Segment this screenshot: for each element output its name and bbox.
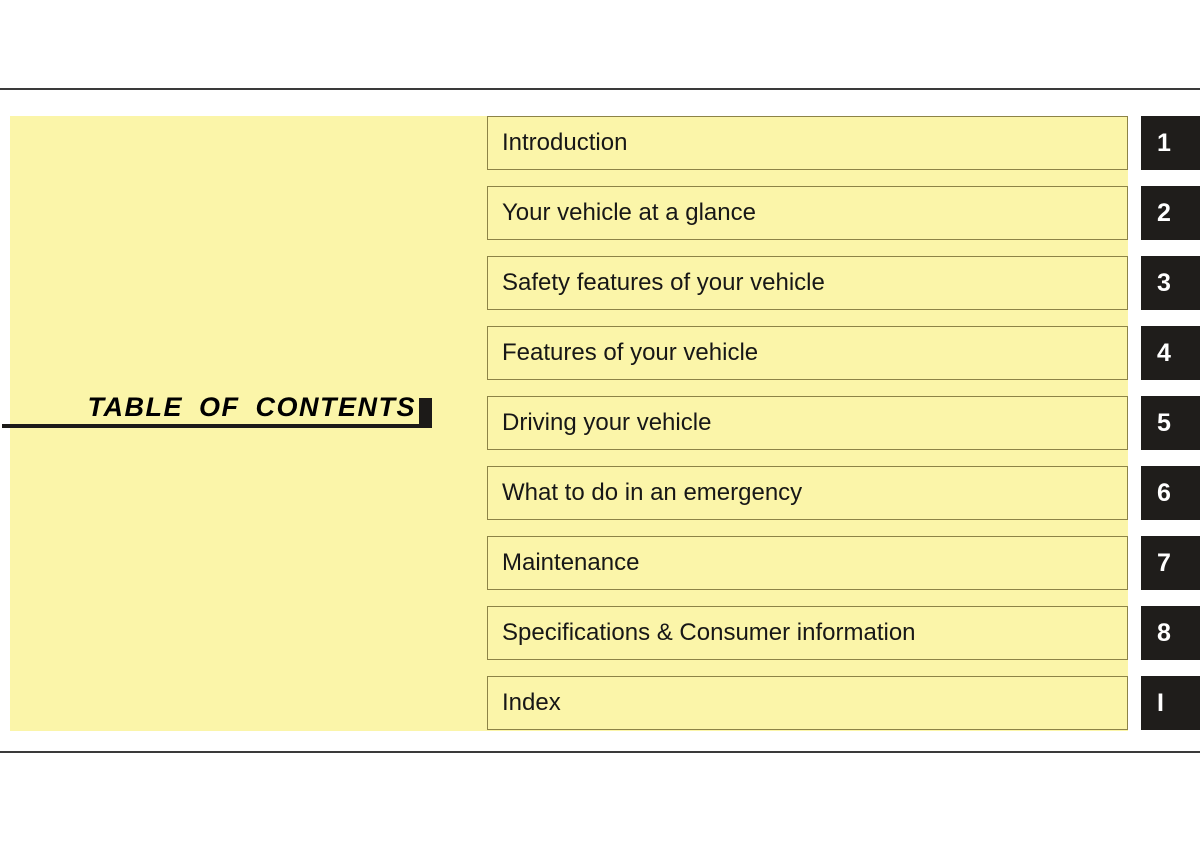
list-item[interactable]: What to do in an emergency 6 (487, 466, 1200, 520)
table-of-contents-page: TABLE OF CONTENTS Introduction 1 Your ve… (0, 0, 1200, 845)
chapter-label: Maintenance (502, 549, 640, 576)
chapter-box[interactable]: Safety features of your vehicle (487, 256, 1128, 310)
chapter-tab[interactable]: 2 (1141, 186, 1200, 240)
chapter-tab-number: 1 (1157, 128, 1171, 157)
chapter-tab-number: 8 (1157, 618, 1171, 647)
chapter-tab[interactable]: 4 (1141, 326, 1200, 380)
list-item[interactable]: Specifications & Consumer information 8 (487, 606, 1200, 660)
chapter-label: Driving your vehicle (502, 409, 712, 436)
chapter-tab-number: 2 (1157, 198, 1171, 227)
footer-rule (0, 751, 1200, 753)
chapter-tab-number: 4 (1157, 338, 1171, 367)
chapter-box[interactable]: Index (487, 676, 1128, 730)
chapter-box[interactable]: Features of your vehicle (487, 326, 1128, 380)
chapter-tab[interactable]: 8 (1141, 606, 1200, 660)
chapter-box[interactable]: Maintenance (487, 536, 1128, 590)
chapter-tab[interactable]: 7 (1141, 536, 1200, 590)
contents-list: Introduction 1 Your vehicle at a glance … (487, 116, 1200, 730)
chapter-tab[interactable]: I (1141, 676, 1200, 730)
list-item[interactable]: Index I (487, 676, 1200, 730)
list-item[interactable]: Your vehicle at a glance 2 (487, 186, 1200, 240)
chapter-tab[interactable]: 1 (1141, 116, 1200, 170)
list-item[interactable]: Introduction 1 (487, 116, 1200, 170)
list-item[interactable]: Driving your vehicle 5 (487, 396, 1200, 450)
chapter-box[interactable]: Specifications & Consumer information (487, 606, 1128, 660)
chapter-label: What to do in an emergency (502, 479, 803, 506)
page-title: TABLE OF CONTENTS (0, 388, 434, 428)
header-rule (0, 88, 1200, 90)
chapter-label: Introduction (502, 129, 628, 156)
chapter-tab-number: 5 (1157, 408, 1171, 437)
chapter-label: Features of your vehicle (502, 339, 759, 366)
list-item[interactable]: Features of your vehicle 4 (487, 326, 1200, 380)
chapter-label: Specifications & Consumer information (502, 619, 916, 646)
chapter-tab[interactable]: 5 (1141, 396, 1200, 450)
chapter-box[interactable]: Introduction (487, 116, 1128, 170)
chapter-tab-number: I (1157, 688, 1164, 717)
chapter-tab[interactable]: 6 (1141, 466, 1200, 520)
chapter-box[interactable]: What to do in an emergency (487, 466, 1128, 520)
chapter-label: Your vehicle at a glance (502, 199, 756, 226)
list-item[interactable]: Safety features of your vehicle 3 (487, 256, 1200, 310)
chapter-label: Index (502, 689, 561, 716)
title-block-square-icon (419, 398, 432, 426)
chapter-box[interactable]: Your vehicle at a glance (487, 186, 1128, 240)
title-underline (2, 424, 432, 428)
chapter-tab-number: 6 (1157, 478, 1171, 507)
list-item[interactable]: Maintenance 7 (487, 536, 1200, 590)
chapter-tab[interactable]: 3 (1141, 256, 1200, 310)
chapter-box[interactable]: Driving your vehicle (487, 396, 1128, 450)
chapter-label: Safety features of your vehicle (502, 269, 825, 296)
chapter-tab-number: 3 (1157, 268, 1171, 297)
chapter-tab-number: 7 (1157, 548, 1171, 577)
page-title-text: TABLE OF CONTENTS (87, 392, 416, 422)
